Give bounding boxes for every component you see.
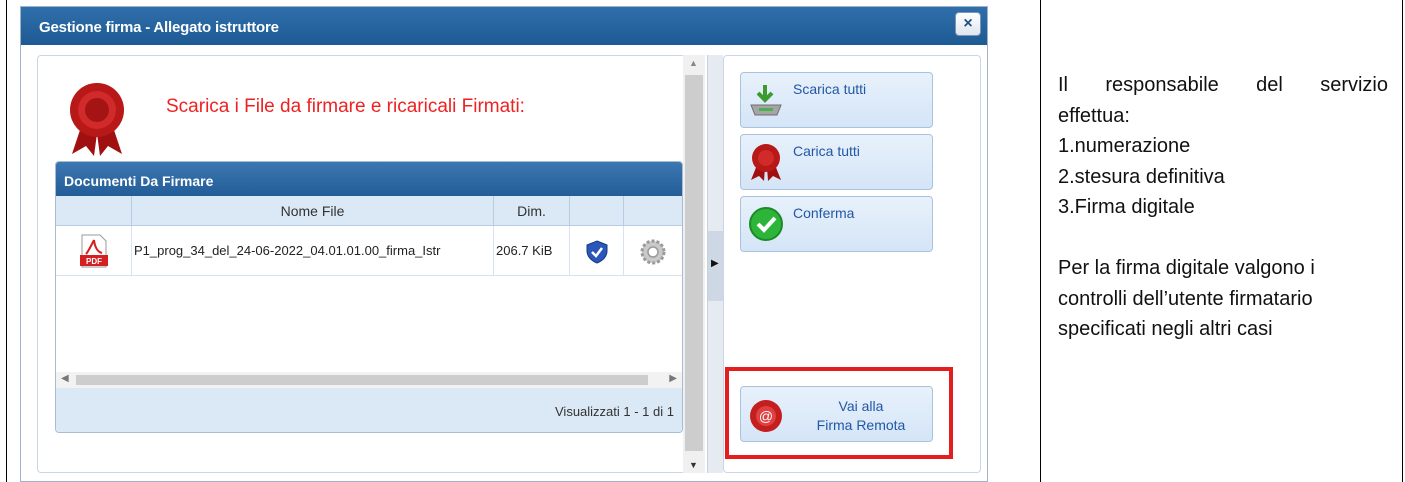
- column-header-options: [624, 196, 682, 226]
- remote-signature-highlight: [725, 367, 953, 459]
- upload-all-label: Carica tutti: [793, 143, 860, 159]
- shield-check-icon[interactable]: [586, 240, 608, 264]
- scroll-left-icon[interactable]: ◀: [61, 373, 69, 384]
- signature-dialog: Gestione firma - Allegato istruttore × S…: [20, 6, 988, 482]
- splitter-handle[interactable]: ▶: [708, 231, 723, 301]
- download-all-button[interactable]: Scarica tutti: [740, 72, 933, 128]
- wax-seal-icon: [70, 83, 124, 156]
- vertical-scroll-thumb[interactable]: [685, 75, 703, 451]
- description-line-3: 1.numerazione: [1058, 135, 1191, 157]
- pdf-icon[interactable]: PDF: [80, 234, 108, 268]
- grid-title: Documenti Da Firmare: [56, 162, 682, 196]
- description-line-8: specificati negli altri casi: [1058, 318, 1273, 340]
- options-cell: [624, 226, 682, 276]
- table-row[interactable]: PDF P1_prog_34_del_24-06-2022_04.01.01.0…: [56, 226, 682, 276]
- description-line-4: 2.stesura definitiva: [1058, 165, 1225, 188]
- confirm-label: Conferma: [793, 205, 855, 221]
- description-line-2: effettua:: [1058, 104, 1130, 127]
- description-line-1: Il responsabile del servizio: [1058, 74, 1388, 96]
- panel-splitter[interactable]: ▶: [707, 55, 723, 473]
- download-all-label: Scarica tutti: [793, 81, 867, 97]
- horizontal-scrollbar[interactable]: ◀ ▶: [56, 372, 682, 388]
- column-header-verify: [570, 196, 624, 226]
- description-line-7: controlli dell’utente firmatario: [1058, 287, 1313, 310]
- grid-header-row: Nome File Dim.: [56, 196, 682, 226]
- record-count: Visualizzati 1 - 1 di 1: [555, 404, 674, 419]
- column-header-icon: [56, 196, 132, 226]
- documents-grid: Documenti Da Firmare Nome File Dim. PDF …: [55, 161, 683, 433]
- table-column-divider: [1040, 0, 1041, 482]
- column-header-size[interactable]: Dim.: [494, 196, 570, 226]
- upload-all-button[interactable]: Carica tutti: [740, 134, 933, 190]
- scroll-down-icon[interactable]: ▼: [689, 460, 698, 470]
- download-icon: [750, 85, 782, 116]
- svg-text:PDF: PDF: [86, 257, 102, 266]
- grid-footer: Visualizzati 1 - 1 di 1: [56, 388, 682, 432]
- description-line-6: Per la firma digitale valgono i: [1058, 257, 1315, 279]
- gear-icon[interactable]: [640, 239, 666, 265]
- confirm-button[interactable]: Conferma: [740, 196, 933, 252]
- scroll-right-icon[interactable]: ▶: [669, 373, 677, 384]
- horizontal-scroll-thumb[interactable]: [76, 375, 648, 385]
- checkmark-icon: [749, 207, 783, 241]
- size-cell: 206.7 KiB: [494, 226, 570, 276]
- description-line-5: 3.Firma digitale: [1058, 196, 1195, 218]
- scroll-up-icon[interactable]: ▲: [689, 58, 698, 68]
- vertical-scrollbar[interactable]: ▲ ▼: [683, 55, 705, 473]
- description-text: Il responsabile del servizio effettua: 1…: [1058, 70, 1388, 345]
- verify-cell: [570, 226, 624, 276]
- filename-cell[interactable]: P1_prog_34_del_24-06-2022_04.01.01.00_fi…: [132, 226, 494, 276]
- column-header-filename[interactable]: Nome File: [132, 196, 494, 226]
- close-button[interactable]: ×: [955, 12, 981, 36]
- description-spacer: [1058, 223, 1388, 254]
- instruction-heading: Scarica i File da firmare e ricaricali F…: [166, 96, 525, 117]
- dialog-title: Gestione firma - Allegato istruttore: [39, 19, 279, 36]
- wax-seal-icon: [751, 144, 781, 181]
- dialog-titlebar[interactable]: Gestione firma - Allegato istruttore ×: [21, 7, 987, 45]
- expand-arrow-icon[interactable]: ▶: [711, 258, 719, 269]
- pdf-cell: PDF: [56, 226, 132, 276]
